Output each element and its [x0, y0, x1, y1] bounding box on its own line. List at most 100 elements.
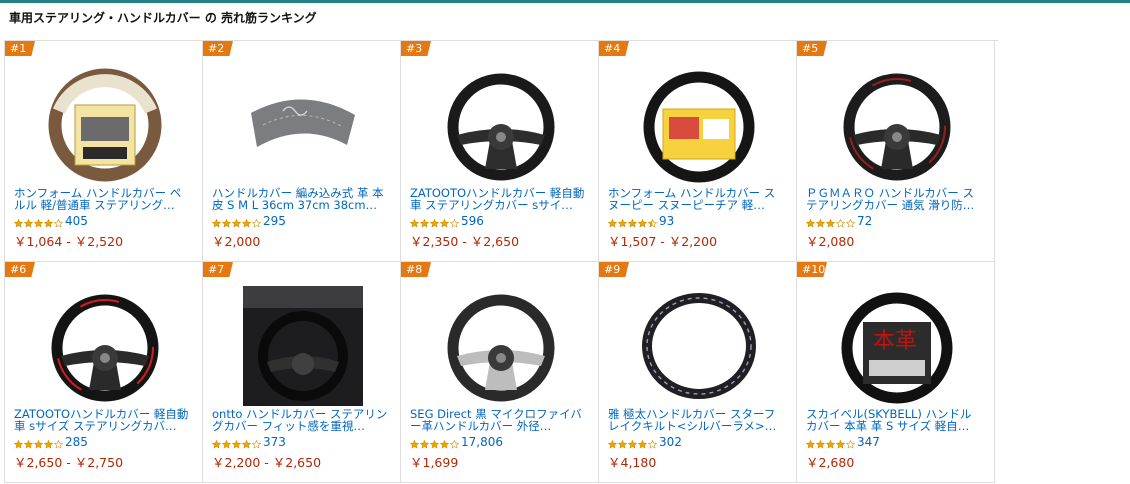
product-title-link[interactable]: ＰＧＭＡＲＯ ハンドルカバー ステアリングカバー 通気 滑り防… [806, 187, 982, 212]
review-count-link[interactable]: 285 [65, 435, 88, 449]
product-title-link[interactable]: ZATOOTOハンドルカバー 軽自動車 ステアリングカバー sサイ… [410, 187, 586, 212]
rank-badge: #2 [203, 41, 233, 56]
star-icon [13, 213, 24, 228]
star-rating[interactable] [805, 213, 856, 228]
product-title-link[interactable]: ホンフォーム ハンドルカバー スヌーピー スヌーピーチア 軽… [608, 187, 784, 212]
star-icon [221, 434, 232, 449]
star-icon [449, 434, 460, 449]
product-image[interactable] [837, 65, 957, 185]
review-count-link[interactable]: 93 [659, 214, 674, 228]
product-card[interactable]: #6 ZATOOTOハンドルカバー 軽自動車 sサイズ ステアリングカバ… 28… [5, 262, 203, 483]
product-price: ￥2,650 - ￥2,750 [14, 455, 124, 470]
product-title-link[interactable]: ontto ハンドルカバー ステアリングカバー フィット感を重視… [212, 408, 388, 433]
star-rating[interactable] [607, 434, 658, 449]
product-card[interactable]: #1 ホンフォーム ハンドルカバー ペルル 軽/普通車 ステアリング… 405 … [5, 41, 203, 262]
product-card[interactable]: #5 ＰＧＭＡＲＯ ハンドルカバー ステアリングカバー 通気 滑り防… 72 ￥… [797, 41, 995, 262]
product-title-link[interactable]: ハンドルカバー 編み込み式 革 本皮 S M L 36cm 37cm 38cm… [212, 187, 388, 212]
product-card[interactable]: #8 SEG Direct 黒 マイクロファイバー革ハンドルカバー 外径… 17… [401, 262, 599, 483]
review-count-link[interactable]: 373 [263, 435, 286, 449]
star-icon [211, 213, 222, 228]
product-image[interactable] [639, 65, 759, 185]
star-icon [43, 434, 54, 449]
star-rating[interactable] [13, 213, 64, 228]
product-card[interactable]: #7 ontto ハンドルカバー ステアリングカバー フィット感を重視… 373… [203, 262, 401, 483]
product-price: ￥2,680 [806, 455, 855, 470]
star-icon [835, 434, 846, 449]
star-icon [241, 213, 252, 228]
product-image[interactable] [243, 65, 363, 185]
star-icon [439, 434, 450, 449]
star-icon [251, 213, 262, 228]
rank-badge: #8 [401, 262, 431, 277]
star-icon [23, 434, 34, 449]
product-title-link[interactable]: ホンフォーム ハンドルカバー ペルル 軽/普通車 ステアリング… [14, 187, 190, 212]
review-count-link[interactable]: 596 [461, 214, 484, 228]
top-accent-bar [0, 0, 1130, 3]
product-price: ￥2,000 [212, 234, 261, 249]
star-icon [33, 213, 44, 228]
star-icon [211, 434, 222, 449]
product-image[interactable] [441, 65, 561, 185]
star-rating[interactable] [211, 213, 262, 228]
rank-badge: #6 [5, 262, 35, 277]
star-icon [419, 434, 430, 449]
product-price: ￥4,180 [608, 455, 657, 470]
review-count-link[interactable]: 72 [857, 214, 872, 228]
star-icon [53, 434, 64, 449]
star-icon [825, 434, 836, 449]
product-image[interactable] [639, 286, 759, 406]
ranking-grid: #1 ホンフォーム ハンドルカバー ペルル 軽/普通車 ステアリング… 405 … [4, 40, 998, 483]
product-title-link[interactable]: 雅 極太ハンドルカバー スターフレイクキルト<シルバーラメ>… [608, 408, 784, 433]
review-count-link[interactable]: 302 [659, 435, 682, 449]
star-icon [637, 213, 648, 228]
review-count-link[interactable]: 405 [65, 214, 88, 228]
star-icon [815, 434, 826, 449]
star-icon [805, 213, 816, 228]
star-icon [845, 434, 856, 449]
product-title-link[interactable]: スカイベル(SKYBELL) ハンドルカバー 本革 革 S サイズ 軽自… [806, 408, 982, 433]
product-price: ￥1,699 [410, 455, 459, 470]
review-count-link[interactable]: 17,806 [461, 435, 503, 449]
rank-badge: #3 [401, 41, 431, 56]
star-icon [825, 213, 836, 228]
product-card[interactable]: #3 ZATOOTOハンドルカバー 軽自動車 ステアリングカバー sサイ… 59… [401, 41, 599, 262]
product-price: ￥2,200 - ￥2,650 [212, 455, 322, 470]
review-count-link[interactable]: 295 [263, 214, 286, 228]
svg-text:本革: 本革 [873, 329, 917, 354]
star-icon [13, 434, 24, 449]
star-icon [607, 434, 618, 449]
rank-badge: #5 [797, 41, 827, 56]
product-title-link[interactable]: SEG Direct 黒 マイクロファイバー革ハンドルカバー 外径… [410, 408, 586, 433]
star-rating[interactable] [409, 213, 460, 228]
product-card[interactable]: #4 ホンフォーム ハンドルカバー スヌーピー スヌーピーチア 軽… 93 ￥1… [599, 41, 797, 262]
star-rating[interactable] [607, 213, 658, 228]
product-image[interactable] [441, 286, 561, 406]
product-card[interactable]: #9 雅 極太ハンドルカバー スターフレイクキルト<シルバーラメ>… 302 ￥… [599, 262, 797, 483]
star-icon [241, 434, 252, 449]
star-icon [647, 434, 658, 449]
product-title-link[interactable]: ZATOOTOハンドルカバー 軽自動車 sサイズ ステアリングカバ… [14, 408, 190, 433]
product-image[interactable] [45, 65, 165, 185]
star-icon [805, 434, 816, 449]
product-image[interactable]: 本革 [837, 286, 957, 406]
rank-badge: #1 [5, 41, 35, 56]
review-count-link[interactable]: 347 [857, 435, 880, 449]
star-icon [449, 213, 460, 228]
product-card[interactable]: #10 本革 スカイベル(SKYBELL) ハンドルカバー 本革 革 S サイズ… [797, 262, 995, 483]
product-card[interactable]: #2 ハンドルカバー 編み込み式 革 本皮 S M L 36cm 37cm 38… [203, 41, 401, 262]
star-rating[interactable] [211, 434, 262, 449]
rank-badge: #4 [599, 41, 629, 56]
star-icon [231, 434, 242, 449]
product-image[interactable] [45, 286, 165, 406]
rank-badge: #10 [797, 262, 827, 277]
product-price: ￥1,064 - ￥2,520 [14, 234, 124, 249]
star-rating[interactable] [409, 434, 460, 449]
product-price: ￥1,507 - ￥2,200 [608, 234, 718, 249]
star-rating[interactable] [805, 434, 856, 449]
star-icon [419, 213, 430, 228]
star-icon [617, 213, 628, 228]
star-icon [647, 213, 658, 228]
star-rating[interactable] [13, 434, 64, 449]
star-icon [53, 213, 64, 228]
product-image[interactable] [243, 286, 363, 406]
